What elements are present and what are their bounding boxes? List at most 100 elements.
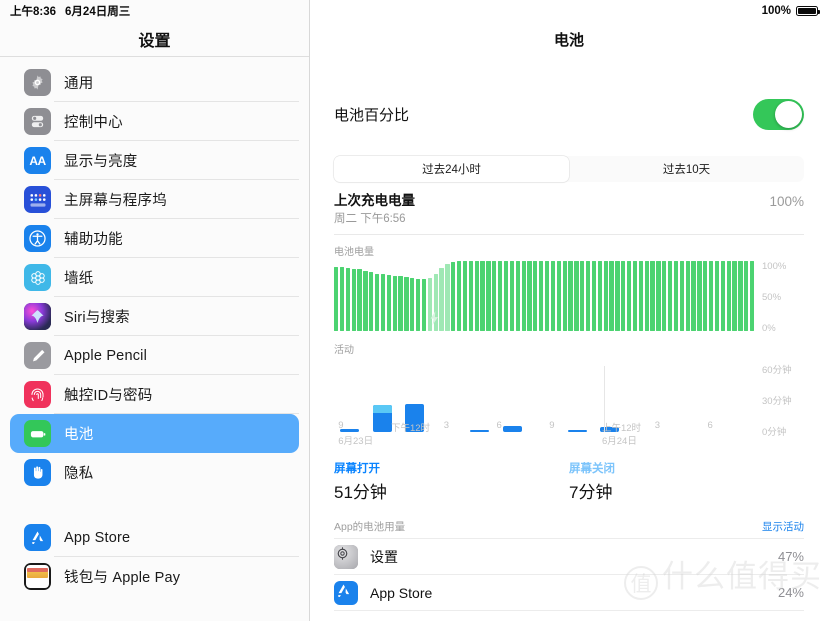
battery-bar <box>667 261 673 331</box>
battery-bar <box>697 261 702 331</box>
sidebar-item-app-store[interactable]: App Store <box>10 518 299 557</box>
last-charge-subtitle: 周二 下午6:56 <box>334 213 406 225</box>
app-usage-list: 设置 47% App Store 24% <box>310 539 828 611</box>
app-usage-row[interactable]: App Store 24% <box>334 575 804 611</box>
accessibility-icon <box>24 225 51 252</box>
battery-bar <box>363 270 368 331</box>
sidebar-item-wallpaper[interactable]: 墙纸 <box>10 258 299 297</box>
sidebar-item-label: 辅助功能 <box>64 232 123 248</box>
battery-bar <box>750 261 755 331</box>
battery-percentage-toggle[interactable] <box>753 98 804 130</box>
battery-bar <box>357 269 362 331</box>
battery-bar <box>509 261 515 331</box>
charging-bolt-icon <box>430 311 439 325</box>
display-brightness-icon: AA <box>24 147 51 174</box>
app-battery-percent: 47% <box>777 549 804 564</box>
wallpaper-icon <box>24 264 51 291</box>
battery-y-tick: 100% <box>762 261 787 272</box>
sidebar-item-apple-pencil[interactable]: Apple Pencil <box>10 336 299 375</box>
sidebar-item-label: 控制中心 <box>64 115 123 131</box>
status-bar: 上午8:36 6月24日周三 <box>0 0 309 22</box>
sidebar-item-display-brightness[interactable]: AA 显示与亮度 <box>10 141 299 180</box>
battery-bar <box>416 278 421 331</box>
sidebar-item-home-screen-dock[interactable]: 主屏幕与程序坞 <box>10 180 299 219</box>
ipad-settings-screen: 上午8:36 6月24日周三 设置 通用控制中心 AA 显示与亮度 主屏幕与程序坞辅助… <box>0 0 828 621</box>
battery-bar <box>679 261 684 331</box>
apps-battery-usage-header: App的电池用量 显示活动 <box>334 519 804 539</box>
battery-bar <box>533 261 538 331</box>
sidebar-item-battery[interactable]: 电池 <box>10 414 299 453</box>
battery-bar <box>685 261 690 331</box>
battery-status-icon <box>796 6 820 16</box>
battery-bar <box>468 261 474 331</box>
sidebar-item-label: 墙纸 <box>64 271 94 287</box>
battery-bar <box>498 261 503 331</box>
show-activity-link[interactable]: 显示活动 <box>762 519 804 534</box>
battery-bar <box>457 261 462 331</box>
battery-bar <box>556 261 561 331</box>
sidebar-item-accessibility[interactable]: 辅助功能 <box>10 219 299 258</box>
usage-summary: 屏幕打开 51分钟 屏幕关闭 7分钟 <box>334 460 804 503</box>
sidebar-item-wallet-apple-pay[interactable]: 钱包与 Apple Pay <box>10 557 299 596</box>
battery-bar <box>744 261 749 331</box>
segment-option-1[interactable]: 过去10天 <box>569 156 804 182</box>
apple-pencil-icon <box>24 342 51 369</box>
time-range-segmented-control[interactable]: 过去24小时 过去10天 <box>334 156 804 182</box>
sidebar-item-control-center[interactable]: 控制中心 <box>10 102 299 141</box>
battery-bar <box>345 268 350 331</box>
battery-bar <box>334 266 339 331</box>
activity-x-tick: 3 <box>654 420 661 431</box>
sidebar-item-privacy[interactable]: 隐私 <box>10 453 299 492</box>
status-time: 上午8:36 <box>10 6 57 18</box>
activity-x-tick: 上午12时 <box>601 423 642 434</box>
sidebar-item-siri-search[interactable]: Siri与搜索 <box>10 297 299 336</box>
activity-x-tick: 9 <box>549 420 555 431</box>
battery-bar <box>351 268 356 331</box>
screen-off-label: 屏幕关闭 <box>569 463 615 475</box>
battery-bar <box>398 276 403 331</box>
sidebar-title: 设置 <box>138 33 171 50</box>
home-screen-dock-icon <box>24 186 51 213</box>
battery-bar <box>703 261 708 331</box>
gear-icon <box>24 69 51 96</box>
sidebar-item-label: 钱包与 Apple Pay <box>64 570 181 586</box>
battery-y-tick: 50% <box>762 292 782 303</box>
battery-bar <box>539 261 544 331</box>
screen-on-label: 屏幕打开 <box>334 463 380 475</box>
battery-bar <box>339 267 345 331</box>
battery-bar <box>621 261 626 331</box>
battery-bar <box>709 261 714 331</box>
activity-chart: 活动 60分钟 30分钟 0分钟 9 下午12时 3 6 9 上午12时 3 6 6月23日 6月24… <box>334 341 804 450</box>
battery-bar <box>451 261 456 331</box>
battery-bar <box>568 261 573 331</box>
battery-bar <box>738 261 743 331</box>
battery-bar <box>462 261 468 331</box>
battery-percentage-row[interactable]: 电池百分比 <box>310 92 828 136</box>
activity-x-tick: 9 <box>338 420 344 431</box>
activity-bar-screen-off <box>372 405 392 414</box>
app-battery-percent: 24% <box>777 585 804 600</box>
battery-bar <box>714 261 720 331</box>
sidebar-item-touch-id[interactable]: 触控ID与密码 <box>10 375 299 414</box>
battery-bar <box>527 261 532 331</box>
sidebar-item-label: Siri与搜索 <box>64 310 130 326</box>
activity-y-tick: 60分钟 <box>762 365 792 376</box>
battery-bar <box>597 261 602 331</box>
battery-bar <box>492 261 497 331</box>
touch-id-icon <box>24 381 51 408</box>
battery-bar <box>650 261 655 331</box>
battery-percent-indicator: 100% <box>761 5 791 17</box>
sidebar-item-gear[interactable]: 通用 <box>10 63 299 102</box>
settings-gear-icon <box>334 544 358 569</box>
privacy-icon <box>24 459 51 486</box>
nav-group: App Store 钱包与 Apple Pay <box>0 518 309 596</box>
settings-sidebar: 上午8:36 6月24日周三 设置 通用控制中心 AA 显示与亮度 主屏幕与程序坞辅助… <box>0 0 310 621</box>
battery-bar <box>503 261 509 331</box>
app-usage-row[interactable]: 设置 47% <box>334 539 804 575</box>
battery-bar <box>585 261 591 331</box>
nav-group-gap <box>0 492 309 518</box>
screen-off-value: 7分钟 <box>569 483 613 502</box>
segment-option-0[interactable]: 过去24小时 <box>334 156 569 182</box>
activity-x-tick: 3 <box>443 420 450 431</box>
battery-level-chart: 电池电量 100% 50% 0% <box>334 243 804 334</box>
